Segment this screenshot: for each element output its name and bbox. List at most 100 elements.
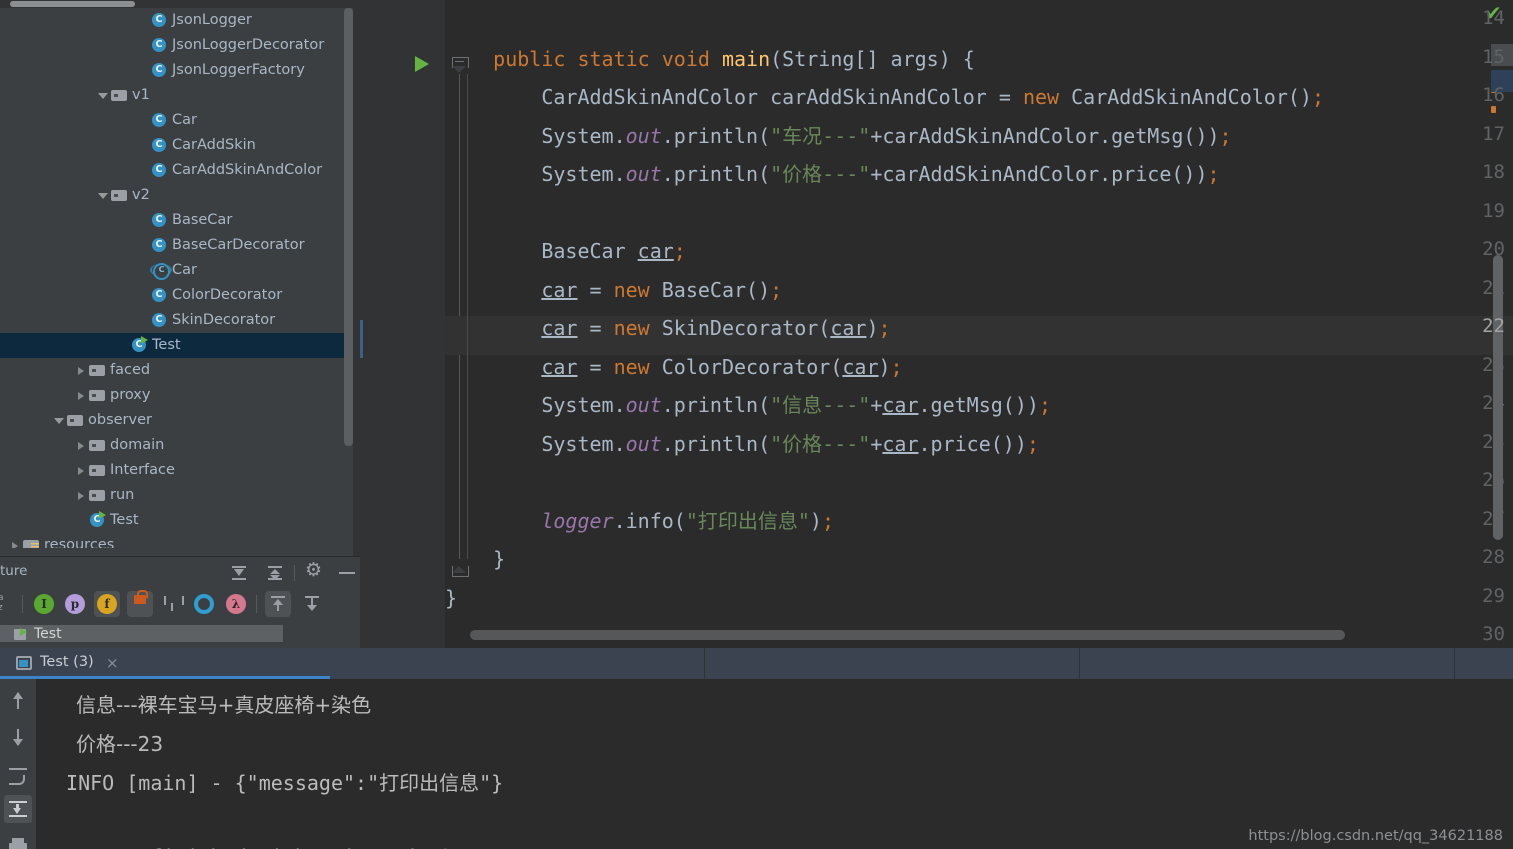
code-line[interactable]: car = new ColorDecorator(car);	[445, 348, 1513, 387]
show-properties-button[interactable]: p	[62, 591, 88, 617]
code-line[interactable]: }	[445, 579, 1513, 618]
show-non-public-button[interactable]	[127, 590, 153, 617]
sort-alphabetically-button[interactable]: az	[0, 591, 20, 617]
tab-test-run[interactable]: Test (3) ×	[0, 648, 330, 679]
code-line[interactable]: System.out.println("价格---"+carAddSkinAnd…	[445, 155, 1513, 194]
tree-item-basecardecorator[interactable]: BaseCarDecorator	[0, 233, 353, 258]
collapse-node-button[interactable]	[299, 591, 325, 617]
runnable-class-icon	[88, 508, 106, 533]
code-line[interactable]	[445, 1, 1513, 40]
tree-item-test[interactable]: Test	[0, 333, 353, 358]
tree-item-proxy[interactable]: proxy	[0, 383, 353, 408]
prev-occurrence-button[interactable]	[4, 687, 32, 715]
tree-item-caraddskin[interactable]: CarAddSkin	[0, 133, 353, 158]
tree-item-caraddskinandcolor[interactable]: CarAddSkinAndColor	[0, 158, 353, 183]
tree-item-faced[interactable]: faced	[0, 358, 353, 383]
tab-slot	[1080, 648, 1455, 679]
code-line[interactable]: System.out.println("信息---"+car.getMsg())…	[445, 386, 1513, 425]
code-line[interactable]: car = new BaseCar();	[445, 271, 1513, 310]
tree-item-label: v1	[132, 87, 150, 103]
code-editor[interactable]: public static void main(String[] args) {…	[360, 0, 1513, 648]
code-line[interactable]	[445, 617, 1513, 630]
tree-item-resources[interactable]: resources	[0, 533, 353, 548]
line-number: 22	[1482, 315, 1505, 337]
tree-item-label: BaseCarDecorator	[172, 237, 305, 253]
code-line[interactable]: CarAddSkinAndColor carAddSkinAndColor = …	[445, 78, 1513, 117]
tree-item-observer[interactable]: observer	[0, 408, 353, 433]
code-line[interactable]: System.out.println("车况---"+carAddSkinAnd…	[445, 117, 1513, 156]
chevron-right-icon[interactable]	[75, 483, 88, 508]
console-output[interactable]: 信息---裸车宝马+真皮座椅+染色 价格---23 INFO [main] - {…	[36, 679, 1513, 849]
soft-wrap-button[interactable]	[4, 761, 32, 789]
tree-item-jsonloggerdecorator[interactable]: JsonLoggerDecorator	[0, 33, 353, 58]
code-text-area[interactable]: public static void main(String[] args) {…	[445, 0, 1513, 630]
code-line[interactable]: System.out.println("价格---"+car.price());	[445, 425, 1513, 464]
show-lambdas-button[interactable]: λ	[223, 591, 249, 617]
print-button[interactable]	[4, 834, 32, 849]
hide-panel-button[interactable]	[336, 562, 358, 584]
class-icon	[150, 308, 168, 333]
code-line[interactable]	[445, 463, 1513, 502]
tree-item-label: CarAddSkinAndColor	[172, 162, 323, 178]
tree-item-jsonlogger[interactable]: JsonLogger	[0, 8, 353, 33]
chevron-right-icon[interactable]	[75, 358, 88, 383]
run-method-gutter-icon[interactable]	[415, 56, 429, 72]
tree-item-colordecorator[interactable]: ColorDecorator	[0, 283, 353, 308]
tree-item-interface[interactable]: Interface	[0, 458, 353, 483]
chevron-down-icon[interactable]	[53, 408, 66, 433]
chevron-right-icon[interactable]	[9, 533, 22, 548]
tree-item-domain[interactable]: domain	[0, 433, 353, 458]
editor-horizontal-scrollbar[interactable]	[470, 630, 1490, 640]
show-anonymous-button[interactable]: o	[191, 591, 217, 617]
group-by-button[interactable]	[159, 591, 185, 617]
scrollbar-thumb[interactable]	[10, 1, 135, 7]
code-line[interactable]: public static void main(String[] args) {	[445, 40, 1513, 79]
editor-gutter[interactable]	[360, 0, 445, 648]
chevron-right-icon[interactable]	[75, 383, 88, 408]
chevron-down-icon[interactable]	[97, 183, 110, 208]
project-tree-vertical-scrollbar[interactable]	[344, 8, 353, 548]
console-line: 价格---23	[76, 732, 164, 756]
close-icon[interactable]: ×	[106, 654, 119, 672]
scroll-to-end-button[interactable]	[4, 795, 32, 823]
scrollbar-thumb[interactable]	[470, 630, 1345, 640]
structure-tree-row[interactable]: Test	[0, 624, 360, 646]
structure-panel-header: ture	[0, 556, 360, 588]
tree-item-jsonloggerfactory[interactable]: JsonLoggerFactory	[0, 58, 353, 83]
scrollbar-thumb[interactable]	[344, 8, 353, 446]
collapse-all-button[interactable]	[264, 562, 286, 584]
expand-node-button[interactable]	[265, 591, 291, 617]
resources-folder-icon	[22, 533, 40, 548]
tree-item-skindecorator[interactable]: SkinDecorator	[0, 308, 353, 333]
tree-item-car[interactable]: Car	[0, 108, 353, 133]
chevron-right-icon[interactable]	[75, 433, 88, 458]
tree-item-v2[interactable]: v2	[0, 183, 353, 208]
settings-button[interactable]	[303, 559, 325, 584]
show-inherited-button[interactable]: I	[31, 591, 57, 617]
tree-item-run[interactable]: run	[0, 483, 353, 508]
anonymous-icon: o	[194, 594, 214, 614]
project-tree[interactable]: JsonLogger JsonLoggerDecorator JsonLoggerF…	[0, 8, 353, 548]
runnable-class-icon	[130, 333, 148, 358]
tree-item-v1[interactable]: v1	[0, 83, 353, 108]
line-number: 19	[1482, 199, 1505, 222]
tree-item-test[interactable]: Test	[0, 508, 353, 533]
tree-item-car[interactable]: Car	[0, 258, 353, 283]
chevron-down-icon[interactable]	[97, 83, 110, 108]
code-line[interactable]: logger.info("打印出信息");	[445, 502, 1513, 541]
chevron-right-icon[interactable]	[75, 458, 88, 483]
code-line[interactable]: car = new SkinDecorator(car);	[445, 309, 1513, 348]
arrow-down-icon	[4, 723, 32, 751]
show-fields-button[interactable]: f	[94, 591, 120, 617]
project-tree-horizontal-scrollbar[interactable]	[0, 0, 360, 8]
expand-all-button[interactable]	[228, 562, 250, 584]
tree-item-basecar[interactable]: BaseCar	[0, 208, 353, 233]
code-line[interactable]	[445, 194, 1513, 233]
code-line[interactable]: }	[445, 540, 1513, 579]
code-line[interactable]: BaseCar car;	[445, 232, 1513, 271]
next-occurrence-button[interactable]	[4, 723, 32, 751]
